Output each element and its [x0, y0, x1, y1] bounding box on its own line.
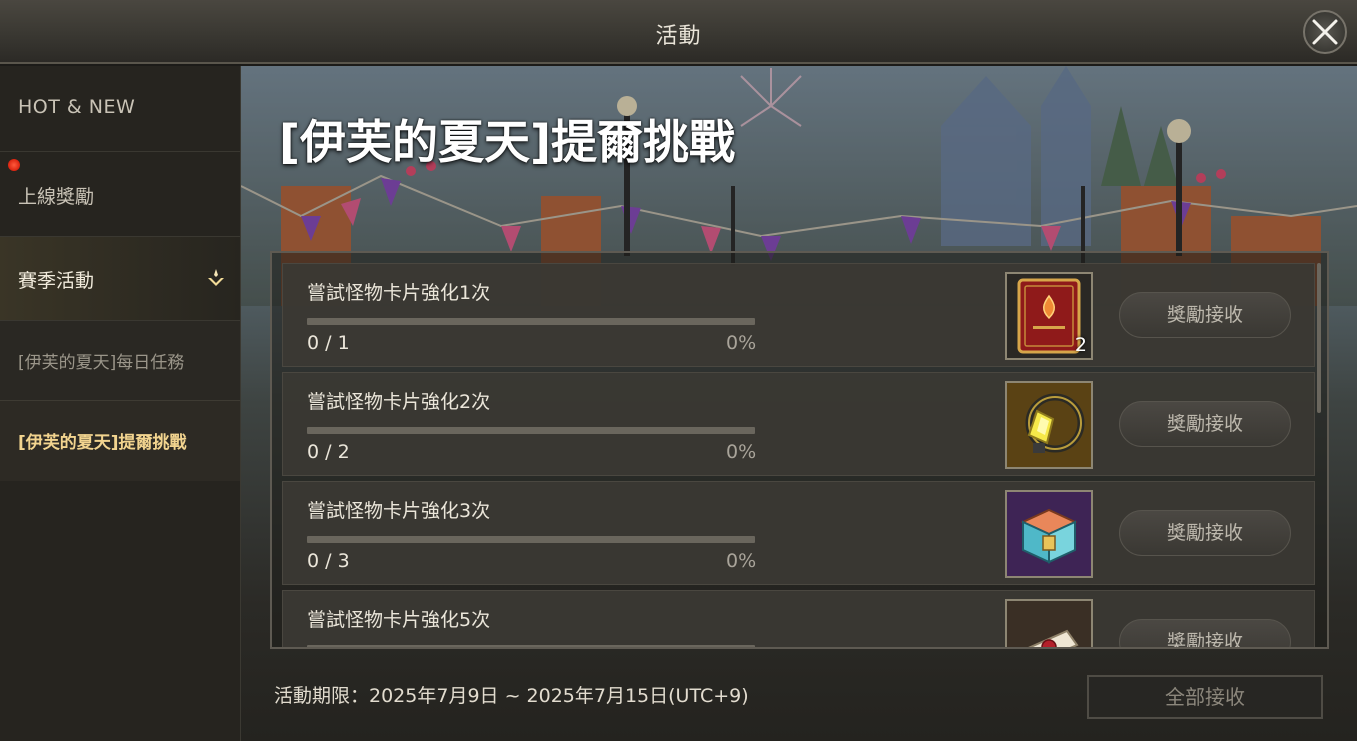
submenu-item-label: [伊芙的夏天]每日任務	[18, 353, 185, 373]
claim-reward-button[interactable]: 獎勵接收	[1119, 401, 1291, 447]
yellow-lantern-icon	[1025, 393, 1085, 453]
main-panel: [伊芙的夏天]提爾挑戰 嘗試怪物卡片強化1次 0 / 1 0% 2 獎勵接收 嘗…	[241, 66, 1357, 741]
task-list[interactable]: 嘗試怪物卡片強化1次 0 / 1 0% 2 獎勵接收 嘗試怪物卡片強化2次 0 …	[270, 251, 1329, 649]
progress-percent: 0%	[726, 441, 757, 463]
task-name: 嘗試怪物卡片強化2次	[307, 391, 491, 413]
task-row: 嘗試怪物卡片強化1次 0 / 1 0% 2 獎勵接收	[282, 263, 1315, 367]
window-title: 活動	[655, 24, 702, 49]
progress-percent: 0%	[726, 550, 757, 572]
submenu-item-label: [伊芙的夏天]提爾挑戰	[18, 433, 187, 453]
sidebar-item-label: HOT & NEW	[18, 96, 136, 118]
top-bar: 活動	[0, 0, 1357, 64]
task-row: 嘗試怪物卡片強化3次 0 / 3 0% 獎勵接收	[282, 481, 1315, 585]
sidebar-item-label: 賽季活動	[18, 270, 95, 292]
progress-bar	[307, 645, 755, 647]
event-period: 活動期限：2025年7月9日 ~ 2025年7月15日(UTC+9)	[274, 685, 749, 707]
season-submenu: [伊芙的夏天]每日任務 [伊芙的夏天]提爾挑戰	[0, 321, 240, 481]
reward-item[interactable]	[1005, 381, 1093, 469]
reward-item[interactable]	[1005, 490, 1093, 578]
task-row: 嘗試怪物卡片強化2次 0 / 2 0% 獎勵接收	[282, 372, 1315, 476]
close-button[interactable]	[1303, 10, 1347, 54]
claim-reward-button[interactable]: 獎勵接收	[1119, 510, 1291, 556]
chevron-down-icon	[208, 269, 224, 286]
progress-bar	[307, 427, 755, 434]
treasure-chest-icon	[1020, 508, 1078, 564]
scrollbar[interactable]	[1317, 263, 1321, 413]
task-name: 嘗試怪物卡片強化1次	[307, 282, 491, 304]
submenu-item-tyr-challenge[interactable]: [伊芙的夏天]提爾挑戰	[0, 401, 240, 481]
sidebar-item-online-reward[interactable]: 上線獎勵	[0, 152, 240, 237]
progress-percent: 0%	[726, 332, 757, 354]
reward-quantity: 2	[1074, 334, 1087, 356]
scroll-icon	[1028, 629, 1079, 647]
submenu-item-daily-quest[interactable]: [伊芙的夏天]每日任務	[0, 321, 240, 401]
event-title: [伊芙的夏天]提爾挑戰	[279, 115, 736, 169]
progress-bar	[307, 318, 755, 325]
sidebar-item-label: 上線獎勵	[18, 186, 95, 208]
task-name: 嘗試怪物卡片強化3次	[307, 500, 491, 522]
progress-bar	[307, 536, 755, 543]
reward-item[interactable]	[1005, 599, 1093, 647]
task-name: 嘗試怪物卡片強化5次	[307, 609, 491, 631]
task-row: 嘗試怪物卡片強化5次 獎勵接收	[282, 590, 1315, 647]
notification-dot	[8, 159, 20, 171]
reward-item[interactable]: 2	[1005, 272, 1093, 360]
sidebar-item-hot-new[interactable]: HOT & NEW	[0, 66, 240, 152]
close-icon	[1312, 19, 1338, 45]
claim-reward-button[interactable]: 獎勵接收	[1119, 292, 1291, 338]
sidebar-item-season-event[interactable]: 賽季活動	[0, 237, 240, 321]
progress-count: 0 / 3	[307, 550, 350, 572]
claim-reward-button[interactable]: 獎勵接收	[1119, 619, 1291, 647]
claim-all-button[interactable]: 全部接收	[1087, 675, 1323, 719]
progress-count: 0 / 1	[307, 332, 350, 354]
sidebar: HOT & NEW 上線獎勵 賽季活動 [伊芙的夏天]每日任務 [伊芙的夏天]提…	[0, 66, 241, 741]
progress-count: 0 / 2	[307, 441, 350, 463]
